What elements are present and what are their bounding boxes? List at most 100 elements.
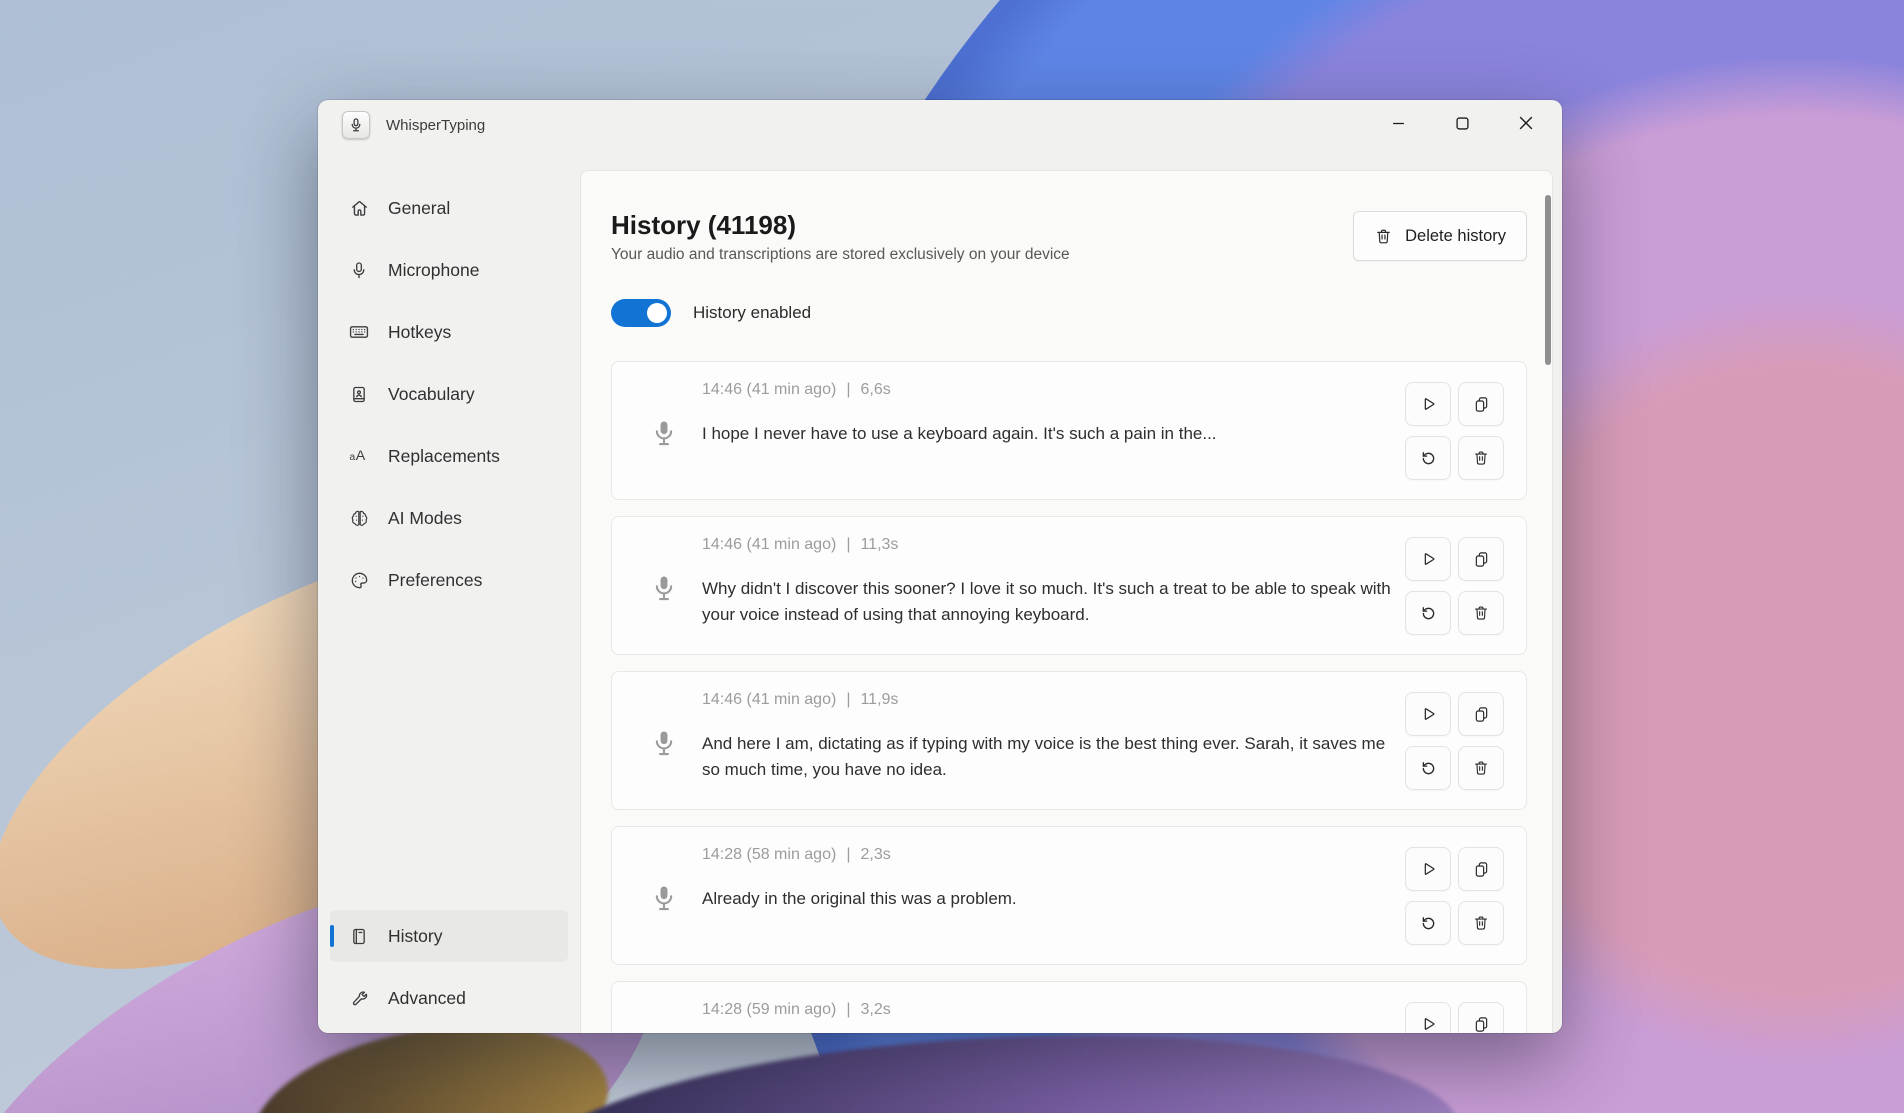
delete-entry-button[interactable] — [1458, 436, 1504, 480]
copy-icon — [1472, 550, 1491, 569]
trash-icon — [1472, 759, 1490, 777]
journal-icon — [348, 925, 370, 947]
entry-transcription-text: Already in the original this was a probl… — [702, 886, 1392, 912]
delete-entry-button[interactable] — [1458, 901, 1504, 945]
microphone-icon — [348, 259, 370, 281]
sidebar-item-preferences[interactable]: Preferences — [330, 555, 568, 605]
undo-icon — [1419, 914, 1438, 933]
entry-meta: 14:28 (59 min ago)|3,2s — [702, 998, 891, 1022]
history-toggle-label: History enabled — [693, 303, 811, 323]
trash-icon — [1472, 604, 1490, 622]
history-entry: 14:28 (59 min ago)|3,2s — [611, 981, 1527, 1033]
entry-meta: 14:28 (58 min ago)|2,3s — [702, 843, 891, 867]
page-subtitle: Your audio and transcriptions are stored… — [611, 243, 1070, 267]
play-button[interactable] — [1405, 692, 1451, 736]
play-button[interactable] — [1405, 1002, 1451, 1033]
entry-transcription-text: Why didn't I discover this sooner? I lov… — [702, 576, 1392, 628]
retry-button[interactable] — [1405, 901, 1451, 945]
play-button[interactable] — [1405, 847, 1451, 891]
history-entries-list: 14:46 (41 min ago)|6,6s I hope I never h… — [611, 361, 1527, 1033]
sidebar-item-general[interactable]: General — [330, 183, 568, 233]
sidebar-item-ai-modes[interactable]: AI Modes — [330, 493, 568, 543]
retry-button[interactable] — [1405, 436, 1451, 480]
sidebar-item-advanced[interactable]: Advanced — [330, 972, 568, 1024]
entry-duration: 2,3s — [860, 846, 890, 863]
microphone-icon — [650, 883, 678, 918]
microphone-icon — [650, 573, 678, 608]
entry-actions — [1405, 1002, 1504, 1033]
delete-entry-button[interactable] — [1458, 746, 1504, 790]
entry-duration: 6,6s — [860, 381, 890, 398]
entry-meta: 14:46 (41 min ago)|11,3s — [702, 533, 898, 557]
history-entry: 14:46 (41 min ago)|11,9s And here I am, … — [611, 671, 1527, 810]
copy-button[interactable] — [1458, 1002, 1504, 1033]
sidebar-item-replacements[interactable]: aA Replacements — [330, 431, 568, 481]
entry-duration: 11,3s — [860, 536, 898, 553]
history-toggle[interactable] — [611, 299, 671, 327]
entry-actions — [1405, 382, 1504, 480]
retry-button[interactable] — [1405, 746, 1451, 790]
play-button[interactable] — [1405, 382, 1451, 426]
entry-actions — [1405, 692, 1504, 790]
sidebar: General Microphone Hotkeys Vocabulary aA… — [318, 150, 580, 1033]
toggle-knob — [647, 303, 667, 323]
close-button[interactable] — [1494, 100, 1558, 146]
maximize-button[interactable] — [1430, 100, 1494, 146]
play-icon — [1418, 549, 1438, 569]
home-icon — [348, 197, 370, 219]
palette-icon — [348, 569, 370, 591]
copy-button[interactable] — [1458, 847, 1504, 891]
app-window: WhisperTyping General Microphone Hotkeys… — [318, 100, 1562, 1033]
play-icon — [1418, 704, 1438, 724]
entry-meta: 14:46 (41 min ago)|6,6s — [702, 378, 891, 402]
meta-separator: | — [836, 536, 860, 553]
trash-icon — [1374, 227, 1393, 246]
sidebar-item-hotkeys[interactable]: Hotkeys — [330, 307, 568, 357]
sidebar-item-microphone[interactable]: Microphone — [330, 245, 568, 295]
entry-transcription-text: And here I am, dictating as if typing wi… — [702, 731, 1392, 783]
scrollbar-thumb[interactable] — [1545, 195, 1551, 365]
copy-button[interactable] — [1458, 692, 1504, 736]
entry-time: 14:28 (58 min ago) — [702, 846, 836, 863]
entry-time: 14:46 (41 min ago) — [702, 536, 836, 553]
meta-separator: | — [836, 691, 860, 708]
history-entry: 14:28 (58 min ago)|2,3s Already in the o… — [611, 826, 1527, 965]
sidebar-item-vocabulary[interactable]: Vocabulary — [330, 369, 568, 419]
entry-time: 14:46 (41 min ago) — [702, 691, 836, 708]
window-title: WhisperTyping — [386, 117, 485, 134]
delete-entry-button[interactable] — [1458, 591, 1504, 635]
entry-time: 14:46 (41 min ago) — [702, 381, 836, 398]
copy-icon — [1472, 705, 1491, 724]
copy-button[interactable] — [1458, 382, 1504, 426]
minimize-button[interactable] — [1366, 100, 1430, 146]
sidebar-item-history[interactable]: History — [330, 910, 568, 962]
page-title: History (41198) — [611, 209, 1070, 241]
trash-icon — [1472, 449, 1490, 467]
entry-meta: 14:46 (41 min ago)|11,9s — [702, 688, 898, 712]
titlebar[interactable]: WhisperTyping — [318, 100, 1562, 150]
entry-actions — [1405, 537, 1504, 635]
brain-icon — [348, 507, 370, 529]
delete-history-label: Delete history — [1405, 227, 1506, 246]
wrench-icon — [348, 987, 370, 1009]
delete-history-button[interactable]: Delete history — [1353, 211, 1527, 261]
retry-button[interactable] — [1405, 591, 1451, 635]
play-button[interactable] — [1405, 537, 1451, 581]
undo-icon — [1419, 449, 1438, 468]
window-controls — [1366, 100, 1558, 146]
keyboard-icon — [348, 321, 370, 343]
entry-duration: 11,9s — [860, 691, 898, 708]
undo-icon — [1419, 604, 1438, 623]
maximize-icon — [1456, 117, 1469, 130]
meta-separator: | — [836, 846, 860, 863]
replace-aA-icon: aA — [348, 445, 370, 467]
history-toggle-row: History enabled — [611, 299, 1527, 327]
entry-transcription-text: I hope I never have to use a keyboard ag… — [702, 421, 1392, 447]
trash-icon — [1472, 914, 1490, 932]
copy-button[interactable] — [1458, 537, 1504, 581]
copy-icon — [1472, 1015, 1491, 1034]
entry-duration: 3,2s — [860, 1001, 890, 1018]
sidebar-bottom-group: History Advanced — [330, 910, 568, 1024]
play-icon — [1418, 1014, 1438, 1033]
svg-text:A: A — [356, 448, 366, 464]
